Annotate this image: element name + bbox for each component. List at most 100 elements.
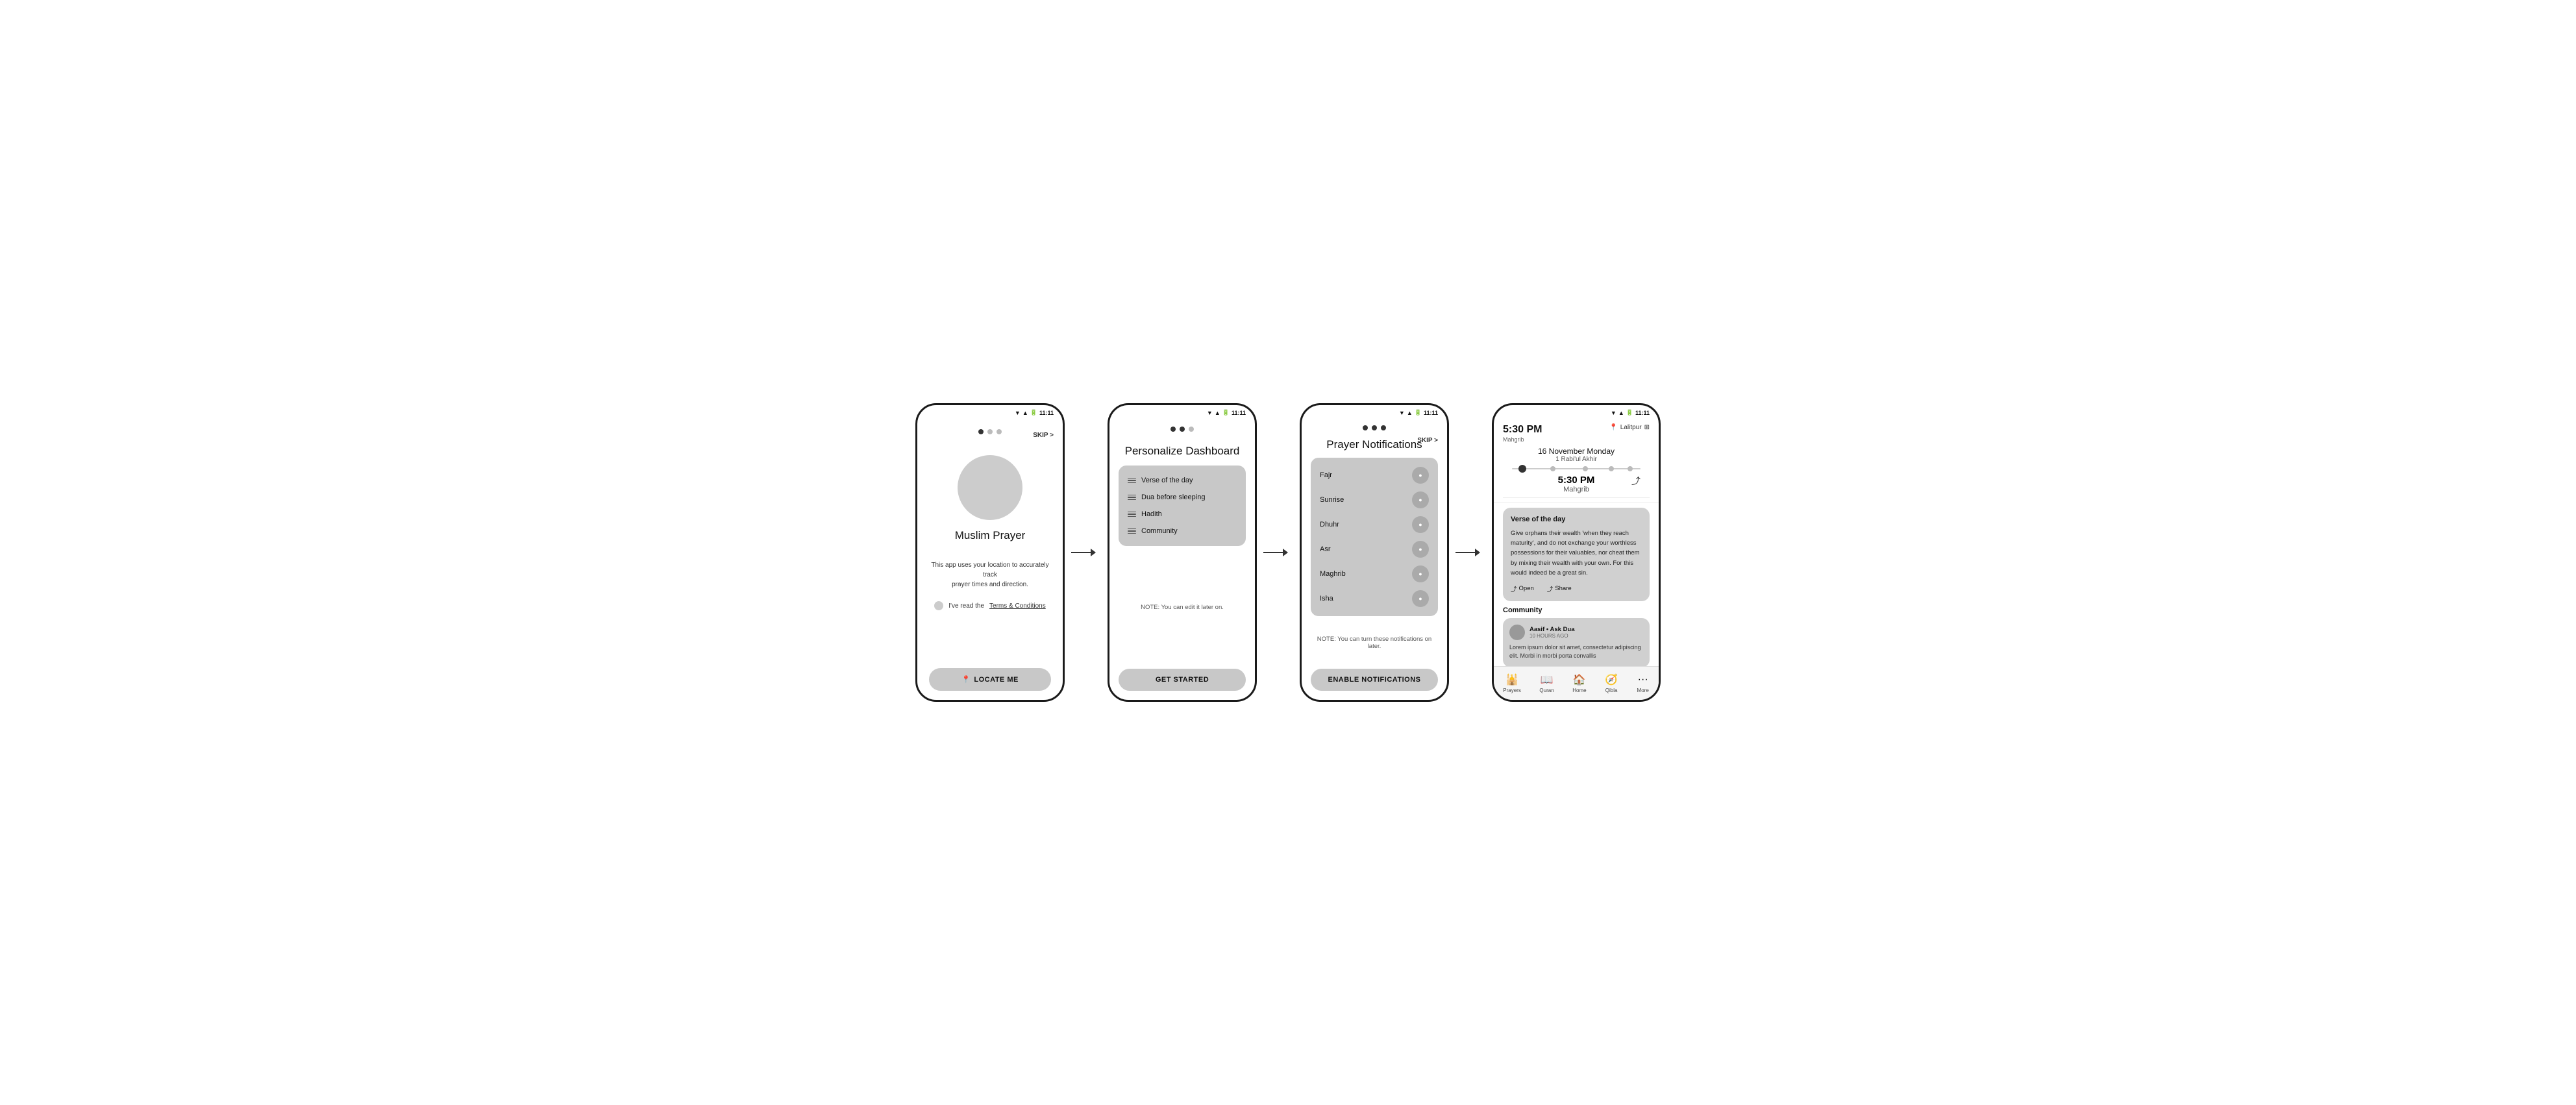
prayer-header: 5:30 PM Mahgrib 📍 Lalitpur ⊞ 16 November… [1494,417,1659,503]
prayer-name-sunrise: Sunrise [1320,496,1344,504]
prayer-name-maghrib: Maghrib [1320,570,1346,578]
locate-icon: 📍 [961,675,971,684]
prayer-row-asr: Asr ● [1320,537,1429,562]
timeline-dot-3 [1583,466,1588,471]
nav-more[interactable]: ··· More [1637,673,1650,693]
prayer-row-fajr: Fajr ● [1320,463,1429,488]
locate-me-button[interactable]: 📍 LOCATE ME [929,668,1051,691]
screen3-content: SKIP > Prayer Notifications Fajr ● Sunri… [1302,417,1447,700]
timeline-dot-2 [1550,466,1555,471]
prayer-name-isha: Isha [1320,595,1333,602]
time-2: 11:11 [1232,410,1246,416]
open-icon: ⤴ [1511,584,1517,593]
status-icons-2: ▼ ▲ 🔋 11:11 [1207,409,1246,416]
status-icons-3: ▼ ▲ 🔋 11:11 [1399,409,1438,416]
screen3-phone: ▼ ▲ 🔋 11:11 SKIP > Prayer Notifications [1300,403,1449,702]
item-label-community: Community [1141,527,1178,535]
dashboard-item-community[interactable]: Community [1128,523,1237,540]
more-icon: ··· [1637,673,1650,686]
signal-icon-3: ▼ [1399,410,1405,416]
community-section: Community Aasif • Ask Dua 10 HOURS AGO [1503,606,1650,666]
community-post-text: Lorem ipsum dolor sit amet, consectetur … [1509,643,1643,661]
location-name: Lalitpur [1620,424,1642,431]
status-bar-4: ▼ ▲ 🔋 11:11 [1494,405,1659,417]
status-bar-1: ▼ ▲ 🔋 11:11 [917,405,1063,417]
toggle-isha[interactable]: ● [1412,590,1429,607]
prayer-name-dhuhr: Dhuhr [1320,521,1339,528]
toggle-dhuhr[interactable]: ● [1412,516,1429,533]
skip-button-1[interactable]: SKIP > [1033,432,1054,439]
dot-2-3 [1189,427,1194,432]
dashboard-card: Verse of the day Dua before sleeping [1119,466,1246,546]
screen1-top-bar: SKIP > [917,417,1063,438]
community-username: Aasif • Ask Dua [1530,626,1575,633]
enable-notifications-button[interactable]: ENABLE NOTIFICATIONS [1311,669,1438,691]
skip-button-3[interactable]: SKIP > [1417,437,1438,444]
phone1-wrapper: ▼ ▲ 🔋 11:11 SKIP > Muslim Prayer Th [915,403,1096,702]
time-3: 11:11 [1424,410,1438,416]
terms-row: I've read the Terms & Conditions [934,601,1045,610]
toggle-asr[interactable]: ● [1412,541,1429,558]
prayer-name-display: Mahgrib [1503,436,1542,443]
wifi-icon-1: ▲ [1022,410,1028,416]
dashboard-item-dua[interactable]: Dua before sleeping [1128,489,1237,506]
share-top-button[interactable]: ⤴ [1631,475,1641,488]
screen2-note: NOTE: You can edit it later on. [1141,604,1224,611]
prayer-row-isha: Isha ● [1320,586,1429,611]
status-bar-3: ▼ ▲ 🔋 11:11 [1302,405,1447,417]
screen2-title: Personalize Dashboard [1125,445,1240,458]
phone2-wrapper: ▼ ▲ 🔋 11:11 Personalize Dashboard [1108,403,1288,702]
item-label-verse: Verse of the day [1141,477,1193,484]
dot-1-3 [997,429,1002,434]
community-title: Community [1503,606,1650,614]
battery-icon-2: 🔋 [1222,409,1230,416]
home-icon: 🏠 [1573,673,1586,686]
terms-checkbox[interactable] [934,601,943,610]
location-text: This app uses your location to accuratel… [929,560,1051,590]
prayer-time-block: 5:30 PM Mahgrib [1503,424,1542,443]
share-icon: ⤴ [1547,584,1554,593]
drag-icon-dua [1128,495,1136,501]
battery-icon-4: 🔋 [1626,409,1633,416]
toggle-fajr[interactable]: ● [1412,467,1429,484]
gregorian-date: 16 November Monday [1503,447,1650,456]
get-started-label: GET STARTED [1156,676,1209,684]
nav-quran[interactable]: 📖 Quran [1539,673,1554,693]
signal-icon-1: ▼ [1015,410,1021,416]
open-verse-button[interactable]: ⤴ Open [1511,584,1534,593]
terms-link[interactable]: Terms & Conditions [989,602,1046,610]
dashboard-item-verse[interactable]: Verse of the day [1128,472,1237,489]
verse-title: Verse of the day [1511,515,1642,523]
toggle-maghrib[interactable]: ● [1412,565,1429,582]
nav-home[interactable]: 🏠 Home [1572,673,1586,693]
share-verse-button[interactable]: ⤴ Share [1547,584,1572,593]
grid-icon: ⊞ [1644,424,1650,431]
h-line-2 [1263,552,1283,553]
battery-icon-1: 🔋 [1030,409,1037,416]
current-prayer-section: 5:30 PM Mahgrib ⤴ [1503,472,1650,498]
h-line-1 [1071,552,1091,553]
dot-1-1 [978,429,984,434]
toggle-sunrise[interactable]: ● [1412,491,1429,508]
avatar-circle [958,455,1022,520]
screen3-note: NOTE: You can turn these notifications o… [1311,636,1438,650]
drag-icon-community [1128,528,1136,534]
nav-prayers[interactable]: 🕌 Prayers [1503,673,1521,693]
open-label: Open [1519,585,1534,592]
community-user-info: Aasif • Ask Dua 10 HOURS AGO [1530,626,1575,639]
drag-icon-hadith [1128,512,1136,517]
prayer-time-display: 5:30 PM [1503,424,1542,436]
date-section: 16 November Monday 1 Rabi'ul Akhir [1503,443,1650,466]
dashboard-item-hadith[interactable]: Hadith [1128,506,1237,523]
dot-3-3 [1381,425,1386,430]
app-title: Muslim Prayer [955,529,1026,542]
dot-1-2 [987,429,993,434]
nav-qibla[interactable]: 🧭 Qibla [1605,673,1618,693]
get-started-button[interactable]: GET STARTED [1119,669,1246,691]
phone3-wrapper: ▼ ▲ 🔋 11:11 SKIP > Prayer Notifications [1300,403,1480,702]
terms-prefix: I've read the [948,602,984,610]
screen4-content: 5:30 PM Mahgrib 📍 Lalitpur ⊞ 16 November… [1494,417,1659,666]
share-label: Share [1555,585,1571,592]
time-1: 11:11 [1039,410,1054,416]
prayer-name-fajr: Fajr [1320,471,1332,479]
